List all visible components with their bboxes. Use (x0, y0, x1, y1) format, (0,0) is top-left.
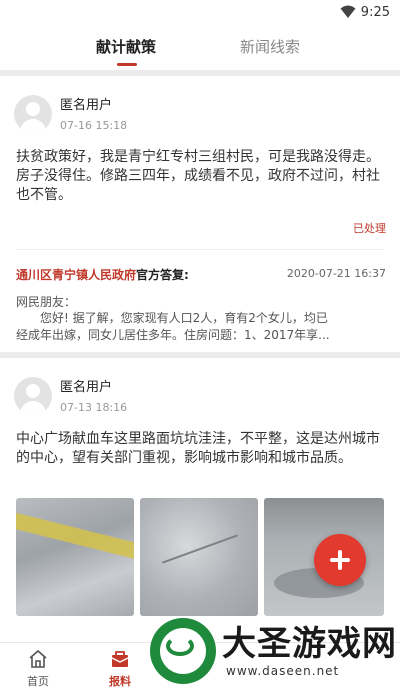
post-photo[interactable] (140, 498, 258, 616)
post-photo[interactable] (16, 498, 134, 616)
nav-report-label: 报料 (109, 675, 131, 688)
post-content: 中心广场献血车这里路面坑坑洼洼，不平整，这是达州城市的中心，望有关部门重视，影响… (16, 431, 380, 466)
post-username: 匿名用户 (60, 380, 113, 395)
reply-text-line2: 经成年出嫁，同女儿居住多年。住房问题：1、2017年享... (16, 328, 330, 342)
avatar (14, 95, 52, 133)
site-watermark: 大圣游戏网 www.daseen.net (150, 612, 400, 690)
reply-header: 通川区青宁镇人民政府官方答复: (16, 266, 189, 283)
watermark-title: 大圣游戏网 (222, 624, 397, 664)
status-badge: 已处理 (353, 222, 386, 235)
divider (16, 249, 384, 250)
watermark-logo (150, 618, 216, 684)
post-content: 扶贫政策好，我是青宁红专村三组村民，可是我路没得走。房子没得住。修路三四年，成绩… (16, 149, 380, 203)
nav-report[interactable]: 报料 (90, 643, 150, 690)
tab-bar: 献计献策 新闻线索 (0, 26, 400, 70)
add-post-button[interactable] (314, 534, 366, 586)
reply-label: 官方答复: (136, 268, 189, 282)
nav-home-label: 首页 (27, 675, 49, 688)
active-tab-indicator (117, 63, 137, 66)
post-username: 匿名用户 (60, 98, 113, 113)
report-icon (111, 651, 129, 667)
nav-home[interactable]: 首页 (8, 643, 68, 690)
home-icon (29, 649, 47, 668)
watermark-url: www.daseen.net (226, 664, 340, 678)
post-card[interactable]: 匿名用户 07-16 15:18 扶贫政策好，我是青宁红专村三组村民，可是我路没… (0, 76, 400, 352)
avatar (14, 377, 52, 415)
reply-text-line1: 您好! 据了解，您家现有人口2人，育有2个女儿，均已 (40, 311, 328, 325)
reply-org[interactable]: 通川区青宁镇人民政府 (16, 268, 136, 282)
reply-date: 2020-07-21 16:37 (286, 267, 386, 280)
status-time: 9:25 (360, 5, 390, 20)
post-time: 07-16 15:18 (60, 119, 128, 132)
reply-greeting: 网民朋友： (16, 295, 77, 309)
status-bar: 9:25 (0, 0, 400, 26)
post-time: 07-13 18:16 (60, 401, 128, 414)
wifi-icon (340, 5, 356, 18)
tab-news-tips[interactable]: 新闻线索 (240, 36, 300, 57)
tab-suggestions[interactable]: 献计献策 (96, 36, 156, 57)
